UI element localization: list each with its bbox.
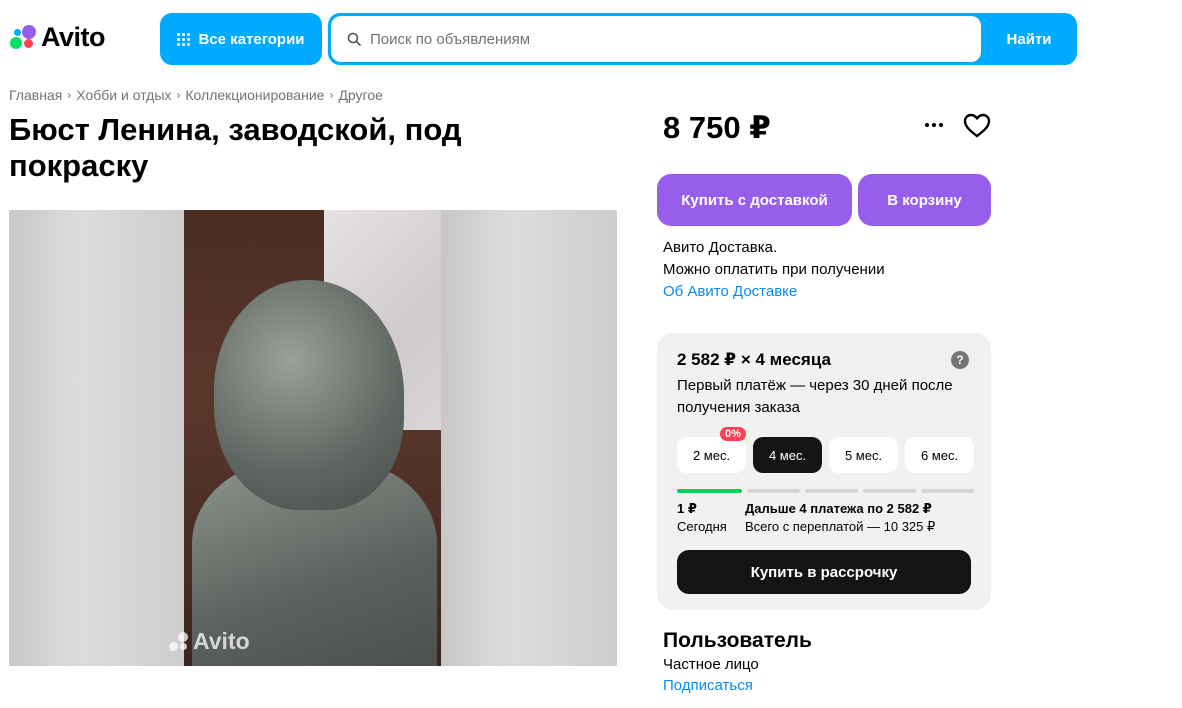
subscribe-link[interactable]: Подписаться: [663, 677, 753, 694]
listing-photo[interactable]: Avito: [9, 210, 617, 666]
photo-blur-right: [441, 210, 617, 666]
chevron-right-icon: ›: [176, 88, 181, 102]
search-icon: [347, 32, 361, 46]
watermark-logo-icon: [169, 631, 189, 652]
seller-name[interactable]: Пользователь: [663, 629, 812, 653]
grid-icon: [177, 32, 191, 46]
progress-segment: [921, 489, 974, 493]
watermark-text: Avito: [193, 628, 250, 654]
tab-4-months[interactable]: 4 мес.: [753, 437, 822, 473]
breadcrumb-other[interactable]: Другое: [338, 87, 382, 103]
rest-payments: Дальше 4 платежа по 2 582 ₽ Всего с пере…: [745, 500, 935, 536]
rest-payments-title: Дальше 4 платежа по 2 582 ₽: [745, 501, 932, 516]
photo-main-image: [184, 210, 441, 666]
buy-with-delivery-button[interactable]: Купить с доставкой: [657, 174, 852, 226]
delivery-line-1: Авито Доставка.: [663, 239, 778, 256]
progress-segment-paid: [677, 489, 742, 493]
breadcrumb-hobby[interactable]: Хобби и отдых: [76, 87, 171, 103]
progress-segment: [747, 489, 800, 493]
about-delivery-link[interactable]: Об Авито Доставке: [663, 281, 885, 303]
installment-subtitle: Первый платёж — через 30 дней после полу…: [677, 377, 953, 416]
payment-progress: [677, 489, 974, 493]
installment-tabs: 2 мес. 0% 4 мес. 5 мес. 6 мес.: [677, 427, 974, 473]
logo-dots-icon: [9, 24, 37, 52]
breadcrumb: Главная › Хобби и отдых › Коллекциониров…: [9, 87, 383, 103]
photo-bust-head: [214, 280, 404, 510]
photo-blur-left: [9, 210, 184, 666]
search-input[interactable]: [370, 30, 930, 48]
first-payment: 1 ₽ Сегодня: [677, 500, 727, 536]
all-categories-label: Все категории: [198, 30, 305, 48]
tab-2-months[interactable]: 2 мес. 0%: [677, 427, 746, 473]
breadcrumb-home[interactable]: Главная: [9, 87, 62, 103]
price: 8 750 ₽: [663, 110, 771, 145]
zero-percent-badge: 0%: [720, 427, 746, 441]
progress-segment: [805, 489, 858, 493]
chevron-right-icon: ›: [67, 88, 72, 102]
rest-payments-total: Всего с переплатой — 10 325 ₽: [745, 519, 936, 534]
buy-installment-button[interactable]: Купить в рассрочку: [677, 550, 971, 594]
add-to-cart-button[interactable]: В корзину: [858, 174, 991, 226]
tab-6-months[interactable]: 6 мес.: [905, 437, 974, 473]
all-categories-button[interactable]: Все категории: [160, 13, 322, 65]
progress-segment: [863, 489, 916, 493]
installment-title: 2 582 ₽ × 4 месяца: [677, 350, 831, 369]
breadcrumb-collecting[interactable]: Коллекционирование: [185, 87, 324, 103]
seller-type: Частное лицо: [663, 656, 759, 673]
page-title: Бюст Ленина, заводской, под покраску: [9, 112, 462, 183]
tab-label: 2 мес.: [692, 447, 731, 463]
installment-card: 2 582 ₽ × 4 месяца ? Первый платёж — чер…: [657, 333, 991, 610]
search-box[interactable]: [331, 16, 981, 62]
help-icon[interactable]: ?: [951, 351, 969, 369]
favorite-heart-icon[interactable]: [962, 111, 992, 141]
search-bar: Найти: [328, 13, 1077, 65]
avito-logo[interactable]: Avito: [9, 22, 106, 53]
first-payment-when: Сегодня: [677, 519, 727, 534]
photo-watermark: Avito: [169, 628, 250, 655]
chevron-right-icon: ›: [329, 88, 334, 102]
find-button[interactable]: Найти: [981, 13, 1077, 65]
logo-text: Avito: [41, 22, 106, 52]
more-options-icon[interactable]: [921, 113, 947, 137]
delivery-info: Авито Доставка. Можно оплатить при получ…: [663, 237, 885, 303]
delivery-line-2: Можно оплатить при получении: [663, 261, 885, 278]
tab-5-months[interactable]: 5 мес.: [829, 437, 898, 473]
first-payment-amount: 1 ₽: [677, 501, 697, 516]
